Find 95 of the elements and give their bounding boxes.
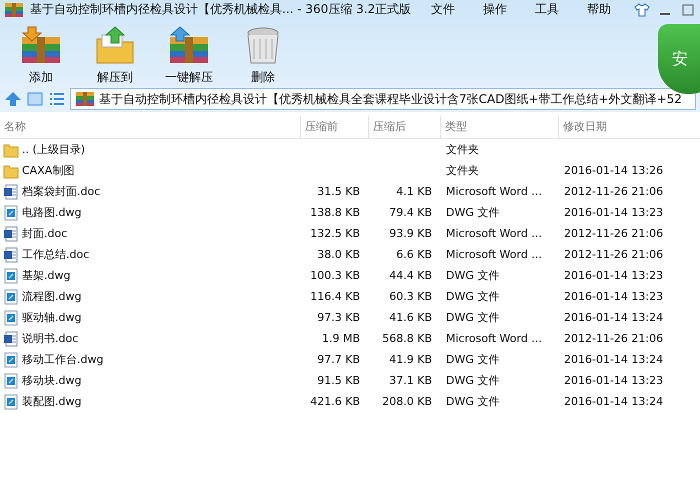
drawing-file-icon [3, 310, 19, 326]
drawing-file-icon [3, 288, 19, 304]
file-name: 电路图.dwg [22, 205, 82, 220]
maximize-icon[interactable] [680, 2, 696, 18]
file-name: 档案袋封面.doc [22, 184, 100, 199]
large-icons-view-icon[interactable] [26, 91, 44, 107]
toolbar-button[interactable]: 删除 [232, 25, 294, 86]
word-document-icon [3, 184, 19, 200]
folder-icon [3, 142, 19, 158]
compressed-size: 41.6 KB [389, 311, 432, 324]
file-type: 文件夹 [446, 164, 479, 177]
file-type: Microsoft Word ... [446, 185, 542, 198]
file-type: DWG 文件 [446, 311, 500, 324]
compressed-size: 60.3 KB [389, 290, 432, 303]
file-name: 工作总结.doc [22, 247, 90, 262]
drawing-file-icon [3, 352, 19, 368]
file-name: 装配图.dwg [22, 394, 82, 409]
compressed-size: 568.8 KB [382, 332, 432, 345]
toolbar-button[interactable]: 一键解压 [158, 25, 220, 86]
modified-date: 2016-01-14 13:23 [564, 290, 664, 303]
modified-date: 2016-01-14 13:24 [564, 395, 664, 408]
original-size: 100.3 KB [310, 269, 360, 282]
compressed-size: 208.0 KB [382, 395, 432, 408]
window-title: 基于自动控制环槽内径检具设计【优秀机械检具... - 360压缩 3.2正式版 [30, 1, 412, 18]
drawing-file-icon [3, 372, 19, 388]
column-header[interactable]: 类型 [440, 116, 558, 138]
file-name: .. (上级目录) [22, 142, 86, 157]
file-type: 文件夹 [446, 143, 479, 156]
word-document-icon [3, 246, 19, 262]
original-size: 97.7 KB [317, 353, 360, 366]
original-size: 421.6 KB [310, 395, 360, 408]
compressed-size: 37.1 KB [389, 374, 432, 387]
file-type: DWG 文件 [446, 395, 500, 408]
toolbar-button[interactable]: 添加 [10, 25, 72, 86]
modified-date: 2016-01-14 13:24 [564, 311, 664, 324]
file-type: DWG 文件 [446, 374, 500, 387]
archive-icon [75, 91, 95, 107]
column-header[interactable]: 修改日期 [558, 116, 700, 138]
menu-item[interactable]: 帮助 [573, 1, 626, 18]
original-size: 116.4 KB [310, 290, 360, 303]
column-header[interactable]: 名称 [0, 116, 300, 138]
file-name: 移动工作台.dwg [22, 352, 104, 367]
modified-date: 2016-01-14 13:23 [564, 269, 664, 282]
original-size: 138.8 KB [310, 206, 360, 219]
menu-item[interactable]: 工具 [521, 1, 574, 18]
original-size: 38.0 KB [317, 248, 360, 261]
drawing-file-icon [3, 204, 19, 220]
modified-date: 2012-11-26 21:06 [564, 248, 664, 261]
file-name: CAXA制图 [22, 163, 74, 178]
file-name: 流程图.dwg [22, 289, 82, 304]
list-view-icon[interactable] [48, 91, 66, 107]
address-field[interactable]: 基于自动控制环槽内径检具设计【优秀机械检具全套课程毕业设计含7张CAD图纸+带工作总结+外文翻译+52 [70, 88, 696, 110]
modified-date: 2012-11-26 21:06 [564, 227, 664, 240]
file-name: 驱动轴.dwg [22, 310, 82, 325]
drawing-file-icon [3, 268, 19, 284]
folder-icon [3, 162, 19, 178]
file-type: DWG 文件 [446, 206, 500, 219]
file-type: Microsoft Word ... [446, 332, 542, 345]
menu-item[interactable]: 操作 [469, 1, 522, 18]
file-type: Microsoft Word ... [446, 227, 542, 240]
modified-date: 2016-01-14 13:24 [564, 353, 664, 366]
toolbar-button[interactable]: 解压到 [84, 25, 146, 86]
word-document-icon [3, 330, 19, 346]
original-size: 31.5 KB [317, 185, 360, 198]
compressed-size: 4.1 KB [396, 185, 432, 198]
compressed-size: 6.6 KB [396, 248, 432, 261]
file-type: DWG 文件 [446, 290, 500, 303]
file-name: 移动块.dwg [22, 373, 82, 388]
compressed-size: 44.4 KB [389, 269, 432, 282]
compressed-size: 41.9 KB [389, 353, 432, 366]
column-header[interactable]: 压缩前 [300, 116, 368, 138]
modified-date: 2012-11-26 21:06 [564, 185, 664, 198]
file-name: 基架.dwg [22, 268, 70, 283]
modified-date: 2016-01-14 13:23 [564, 206, 664, 219]
archive-icon [4, 2, 24, 18]
file-type: Microsoft Word ... [446, 248, 542, 261]
compressed-size: 93.9 KB [389, 227, 432, 240]
shirt-icon[interactable] [634, 2, 650, 16]
compressed-size: 79.4 KB [389, 206, 432, 219]
modified-date: 2012-11-26 21:06 [564, 332, 664, 345]
modified-date: 2016-01-14 13:23 [564, 374, 664, 387]
original-size: 97.3 KB [317, 311, 360, 324]
file-name: 封面.doc [22, 226, 68, 241]
original-size: 91.5 KB [317, 374, 360, 387]
file-type: DWG 文件 [446, 269, 500, 282]
file-name: 说明书.doc [22, 331, 78, 346]
column-header[interactable]: 压缩后 [368, 116, 440, 138]
up-arrow-icon[interactable] [4, 91, 22, 107]
original-size: 1.9 MB [322, 332, 360, 345]
original-size: 132.5 KB [310, 227, 360, 240]
menu-item[interactable]: 文件 [417, 1, 470, 18]
file-type: DWG 文件 [446, 353, 500, 366]
modified-date: 2016-01-14 13:26 [564, 164, 664, 177]
drawing-file-icon [3, 394, 19, 410]
word-document-icon [3, 226, 19, 242]
